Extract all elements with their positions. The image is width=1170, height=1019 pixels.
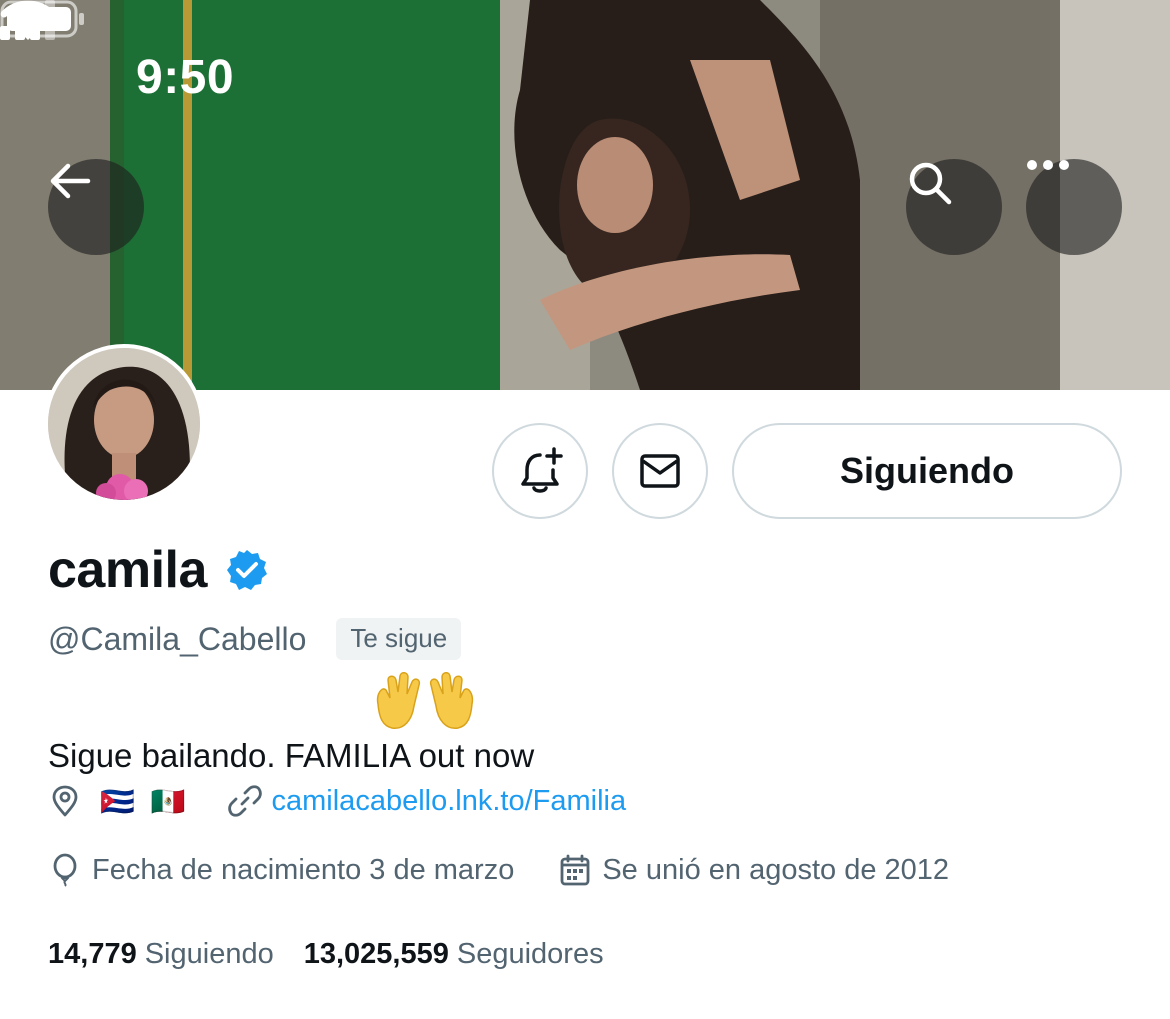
handle-row: @Camila_Cabello Te sigue: [48, 618, 462, 660]
followers-count: 13,025,559: [303, 938, 449, 970]
followers-label: Seguidores: [456, 938, 604, 970]
profile-meta-row-2: Fecha de nacimiento 3 de marzo Se unió e…: [48, 853, 949, 887]
more-options-button[interactable]: [1026, 159, 1122, 255]
website-link[interactable]: camilacabello.lnk.to/Familia: [272, 785, 627, 818]
bell-plus-icon: [521, 447, 563, 493]
website[interactable]: camilacabello.lnk.to/Familia: [227, 784, 627, 818]
following-stat[interactable]: 14,779 Siguiendo: [48, 938, 274, 971]
birthday: Fecha de nacimiento 3 de marzo: [48, 853, 514, 887]
display-name: camila: [48, 541, 207, 599]
calendar-icon: [560, 854, 590, 886]
name-row: camila: [48, 540, 269, 600]
follow-stats: 14,779 Siguiendo 13,025,559 Seguidores: [48, 938, 604, 971]
joined-date: Se unió en agosto de 2012: [558, 853, 949, 887]
avatar-photo: [48, 348, 200, 500]
arrow-left-icon: [50, 163, 91, 199]
avatar[interactable]: [44, 344, 204, 504]
status-time: 9:50: [136, 51, 235, 104]
birthday-text: Fecha de nacimiento 3 de marzo: [92, 853, 515, 886]
following-label: Siguiendo: [144, 938, 274, 970]
bio-emoji: [370, 672, 534, 732]
back-button[interactable]: [48, 159, 144, 255]
joined-text: Se unió en agosto de 2012: [602, 853, 950, 886]
search-button[interactable]: [906, 159, 1002, 255]
location: 🇨🇺 🇲🇽: [48, 784, 190, 818]
link-icon: [227, 785, 262, 817]
search-icon: [909, 162, 952, 205]
location-flags: 🇨🇺 🇲🇽: [100, 785, 190, 817]
battery-icon: [0, 0, 84, 38]
location-pin-icon: [52, 785, 78, 817]
balloon-icon: [53, 853, 77, 887]
raising-hands-emoji: [376, 672, 474, 729]
more-horizontal-icon: [1027, 160, 1069, 170]
following-count: 14,779: [48, 938, 137, 970]
message-button[interactable]: [612, 423, 708, 519]
notifications-button[interactable]: [492, 423, 588, 519]
verified-badge-icon[interactable]: [225, 548, 269, 592]
follows-you-badge: Te sigue: [336, 618, 462, 660]
profile-meta-row-1: 🇨🇺 🇲🇽 camilacabello.lnk.to/Familia: [48, 784, 626, 818]
followers-stat[interactable]: 13,025,559 Seguidores: [304, 938, 604, 971]
following-button[interactable]: Siguiendo: [732, 423, 1122, 519]
envelope-icon: [640, 454, 680, 488]
bio-text: Sigue bailando. FAMILIA out now: [48, 737, 535, 774]
bio: Sigue bailando. FAMILIA out now: [48, 672, 534, 778]
user-handle: @Camila_Cabello: [48, 620, 307, 657]
profile-banner[interactable]: 9:50: [0, 0, 1170, 390]
